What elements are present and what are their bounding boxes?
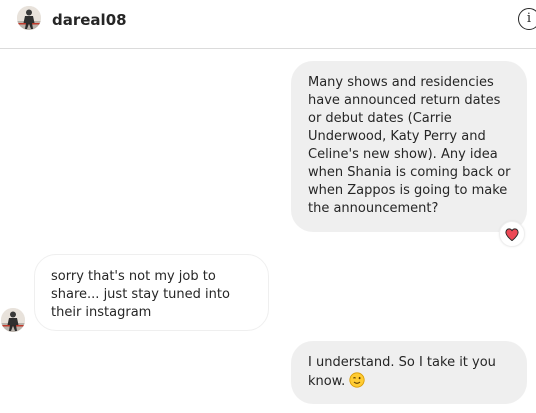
thread-username[interactable]: dareal08	[52, 10, 127, 30]
thread-header: dareal08 i	[0, 0, 536, 49]
message-text: I understand. So I take it you know.	[308, 355, 496, 389]
outgoing-message-bubble[interactable]: Many shows and residencies have announce…	[291, 61, 527, 232]
profile-avatar-icon	[1, 308, 25, 332]
incoming-message-bubble[interactable]: sorry that's not my job to share... just…	[34, 254, 269, 331]
message-text: Many shows and residencies have announce…	[308, 75, 511, 216]
sender-avatar[interactable]	[1, 308, 25, 332]
reaction-badge[interactable]	[499, 221, 525, 247]
winking-face-icon	[349, 372, 366, 394]
message-text: sorry that's not my job to share... just…	[51, 269, 230, 320]
header-avatar[interactable]	[17, 6, 41, 30]
profile-avatar-icon	[17, 6, 41, 30]
info-icon-glyph: i	[526, 11, 532, 26]
outgoing-message-bubble[interactable]: I understand. So I take it you know.	[291, 341, 527, 404]
heart-icon	[505, 228, 519, 241]
dm-thread: dareal08 i Many shows and residencies ha…	[0, 0, 536, 413]
info-icon[interactable]: i	[518, 8, 536, 30]
